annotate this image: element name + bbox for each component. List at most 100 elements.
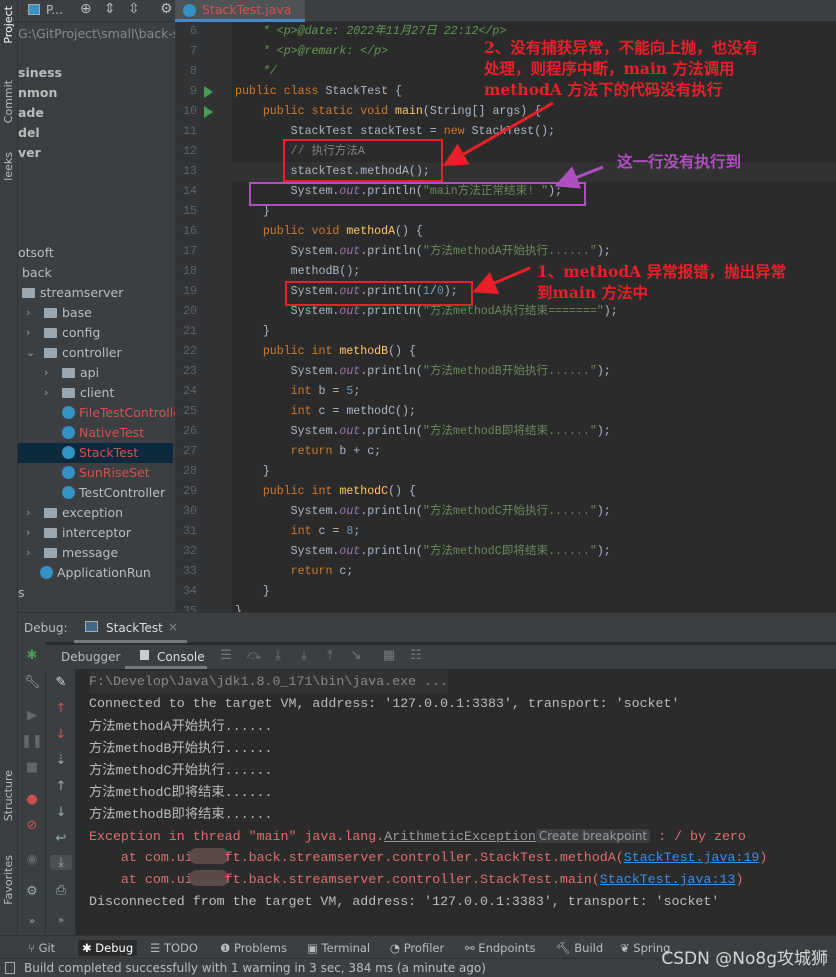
step-over-icon[interactable]: ⤼ — [243, 648, 265, 663]
clear-console-icon[interactable]: ✎ — [50, 675, 72, 690]
code-line[interactable]: int c = methodC(); — [235, 402, 416, 422]
code-line[interactable]: System.out.println("方法methodB即将结束......"… — [235, 422, 611, 442]
run-class-icon[interactable] — [204, 86, 213, 98]
tab-build[interactable]: 🔨︎ Build — [556, 940, 603, 956]
project-tree-item[interactable]: s — [18, 583, 25, 603]
pause-icon[interactable]: ❚❚ — [21, 734, 43, 749]
code-line[interactable]: public void methodA() { — [235, 222, 423, 242]
code-line[interactable]: } — [235, 322, 270, 342]
locate-icon[interactable]: ⊕ — [80, 1, 92, 17]
more-icon[interactable]: » — [21, 916, 43, 927]
chevron-right-icon[interactable]: › — [26, 303, 30, 323]
settings-wrench-icon[interactable]: 🔧︎ — [21, 675, 43, 690]
project-tree-item[interactable]: ⌄ controller — [26, 343, 122, 363]
chevron-right-icon[interactable]: › — [26, 523, 30, 543]
project-tree-item[interactable]: › base — [26, 303, 92, 323]
code-line[interactable]: System.out.println("方法methodB开始执行......"… — [235, 362, 611, 382]
project-tree-item[interactable]: › client — [44, 383, 114, 403]
structure-tool-tab[interactable]: Structure — [2, 770, 15, 821]
expand-all-icon[interactable]: ⇕ — [104, 1, 116, 17]
code-line[interactable]: System.out.println("方法methodC开始执行......"… — [235, 502, 611, 522]
project-tree-item[interactable]: nmon — [18, 83, 57, 103]
code-line[interactable]: public class StackTest { — [235, 82, 402, 102]
project-tree-item[interactable]: ver — [18, 143, 41, 163]
tab-git[interactable]: ⑂ Git — [28, 940, 55, 956]
project-tree-item[interactable]: TestController — [62, 483, 165, 503]
project-tree-item[interactable]: › message — [26, 543, 118, 563]
collapse-all-icon[interactable]: ⇳ — [128, 1, 140, 17]
run-to-cursor-icon[interactable]: ↘ — [345, 648, 367, 663]
chevron-down-icon[interactable]: ⌄ — [26, 343, 35, 363]
exception-class-link[interactable]: ArithmeticException — [384, 829, 536, 844]
project-tree-item[interactable]: FileTestControlle — [62, 403, 181, 423]
tab-console[interactable]: Console — [157, 650, 205, 664]
chevron-right-icon[interactable]: › — [26, 323, 30, 343]
project-tree-item[interactable]: ApplicationRun — [40, 563, 151, 583]
project-tree-item[interactable]: siness — [18, 63, 62, 83]
force-step-into-icon[interactable]: ⤓ — [293, 648, 315, 663]
settings-icon[interactable]: ⚙ — [160, 1, 173, 17]
tab-stacktest-java[interactable]: StackTest.java × — [175, 0, 305, 37]
project-tree-item[interactable]: otsoft — [18, 243, 54, 263]
code-line[interactable]: methodB(); — [235, 262, 361, 282]
evaluate-icon[interactable]: ▦ — [378, 648, 400, 663]
favorites-tool-tab[interactable]: Favorites — [2, 855, 15, 905]
project-tree-item[interactable]: back — [22, 263, 52, 283]
project-tree-item[interactable]: NativeTest — [62, 423, 144, 443]
chevron-right-icon[interactable]: › — [44, 383, 48, 403]
tab-endpoints[interactable]: ⚯ Endpoints — [465, 940, 535, 956]
tab-todo[interactable]: ☰ TODO — [150, 940, 198, 956]
down-icon[interactable]: ↓ — [50, 727, 72, 742]
code-line[interactable]: } — [235, 462, 270, 482]
camera-icon[interactable]: ◉ — [21, 852, 43, 867]
code-line[interactable]: public static void main(String[] args) { — [235, 102, 541, 122]
code-line[interactable]: int b = 5; — [235, 382, 361, 402]
leeks-tool-tab[interactable]: leeks — [2, 152, 15, 181]
close-session-icon[interactable]: × — [168, 620, 178, 634]
view-breakpoints-icon[interactable]: ● — [21, 792, 43, 807]
soft-wrap-icon[interactable]: ↩ — [50, 831, 72, 846]
status-toggle-icon[interactable] — [5, 962, 15, 974]
up-icon[interactable]: ↑ — [50, 701, 72, 716]
project-tree-item[interactable]: streamserver — [22, 283, 123, 303]
code-line[interactable]: return c; — [235, 562, 354, 582]
commit-tool-tab[interactable]: Commit — [2, 80, 15, 123]
scroll-down-icon[interactable]: ↓ — [50, 805, 72, 820]
debug-session-tab[interactable]: StackTest — [106, 621, 163, 635]
step-out-icon[interactable]: ⤒ — [319, 648, 341, 663]
sort-icon[interactable]: ⇣ — [50, 753, 72, 768]
mute-breakpoints-icon[interactable]: ⊘ — [21, 818, 43, 833]
code-line[interactable]: System.out.println("方法methodC即将结束......"… — [235, 542, 611, 562]
project-tree-item[interactable]: › interceptor — [26, 523, 131, 543]
source-link[interactable]: StackTest.java:13 — [600, 872, 736, 887]
code-line[interactable]: public int methodC() { — [235, 482, 416, 502]
gear-icon[interactable]: ⚙ — [21, 884, 43, 899]
tab-problems[interactable]: ❶ Problems — [220, 940, 287, 956]
trace-icon[interactable]: ☷ — [405, 648, 427, 663]
project-tree-item[interactable]: ade — [18, 103, 44, 123]
code-line[interactable]: public int methodB() { — [235, 342, 416, 362]
project-tree-item[interactable]: › api — [44, 363, 99, 383]
scroll-up-icon[interactable]: ↑ — [50, 779, 72, 794]
code-line[interactable]: System.out.println("方法methodA开始执行......"… — [235, 242, 611, 262]
code-line[interactable]: */ — [235, 62, 277, 82]
more-icon[interactable]: » — [50, 915, 72, 926]
stop-icon[interactable]: ■ — [21, 760, 43, 775]
project-tree-item[interactable]: › config — [26, 323, 100, 343]
code-line[interactable]: int c = 8; — [235, 522, 361, 542]
resume-icon[interactable]: ▶ — [21, 708, 43, 723]
chevron-right-icon[interactable]: › — [44, 363, 48, 383]
project-view-dropdown[interactable]: P... — [46, 3, 63, 17]
tab-profiler[interactable]: ◔ Profiler — [390, 940, 444, 956]
tab-debug[interactable]: ✱ Debug — [78, 940, 138, 956]
tab-terminal[interactable]: ▣ Terminal — [307, 940, 370, 956]
project-tree-item[interactable]: StackTest — [62, 443, 138, 463]
create-breakpoint-button[interactable]: Create breakpoint — [535, 829, 651, 843]
chevron-right-icon[interactable]: › — [26, 503, 30, 523]
project-tree-item[interactable]: SunRiseSet — [62, 463, 150, 483]
source-link[interactable]: StackTest.java:19 — [624, 850, 760, 865]
code-line[interactable]: return b + c; — [235, 442, 381, 462]
chevron-right-icon[interactable]: › — [26, 543, 30, 563]
code-line[interactable]: * <p>@remark: </p> — [235, 42, 388, 62]
code-line[interactable]: } — [235, 582, 270, 602]
